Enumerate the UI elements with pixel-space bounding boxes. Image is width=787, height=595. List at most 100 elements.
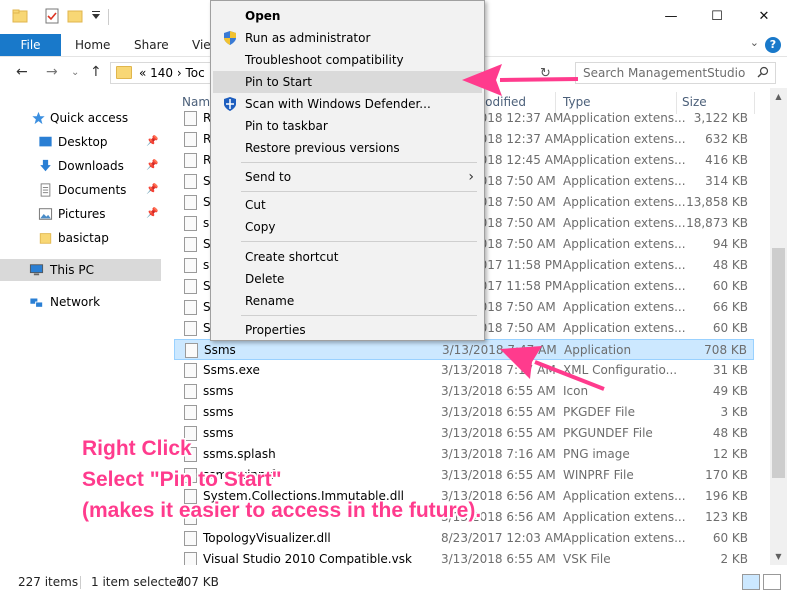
file-row[interactable]: ssms 3/13/2018 6:55 AM PKGUNDEF File 48 KB	[174, 423, 754, 444]
documents-icon	[40, 183, 51, 197]
file-type: Application extens...	[563, 531, 686, 545]
file-type: Application extens...	[563, 489, 686, 503]
menu-item-scan-defender[interactable]: Scan with Windows Defender...	[213, 93, 482, 115]
menu-item-pin-to-start[interactable]: Pin to Start	[213, 71, 482, 93]
file-icon	[184, 321, 197, 336]
file-row[interactable]: ssms.splash 3/13/2018 7:16 AM PNG image 12 …	[174, 444, 754, 465]
menu-item-pin-to-taskbar[interactable]: Pin to taskbar	[213, 115, 482, 137]
column-header-type[interactable]: Type	[563, 95, 591, 109]
menu-item-label: Scan with Windows Defender...	[245, 97, 431, 111]
menu-item-rename[interactable]: Rename	[213, 290, 482, 312]
selection-size: 707 KB	[176, 575, 219, 589]
menu-item-run-as-administrator[interactable]: Run as administrator	[213, 27, 482, 49]
search-icon	[757, 66, 769, 78]
properties-icon[interactable]	[44, 8, 60, 24]
sidebar-item-this-pc[interactable]: This PC	[0, 259, 161, 281]
file-size: 170 KB	[705, 468, 748, 482]
status-divider	[80, 576, 81, 589]
scroll-up-icon[interactable]: ▲	[770, 88, 787, 105]
sidebar-item-basictap[interactable]: basictap	[0, 227, 161, 249]
recent-locations-button[interactable]: ⌄	[71, 67, 79, 78]
file-row[interactable]: Visual Studio 2010 Compatible.vsk 3/13/20…	[174, 549, 754, 565]
file-icon	[184, 132, 197, 147]
column-header-size[interactable]: Size	[682, 95, 707, 109]
tab-file[interactable]: File	[0, 34, 61, 56]
file-icon	[184, 195, 197, 210]
computer-icon	[29, 264, 44, 276]
file-size: 12 KB	[712, 447, 748, 461]
file-name: TopologyVisualizer.dll	[203, 531, 331, 545]
sidebar-item-network[interactable]: Network	[0, 291, 161, 313]
file-icon	[184, 552, 197, 565]
defender-icon	[224, 97, 236, 111]
tab-share[interactable]: Share	[134, 34, 169, 56]
close-button[interactable]: ✕	[741, 0, 787, 33]
file-type: Application extens...	[563, 153, 686, 167]
pin-icon[interactable]: 📌	[146, 179, 158, 201]
file-size: 3,122 KB	[693, 111, 748, 125]
sidebar-item-downloads[interactable]: Downloads 📌	[0, 155, 161, 177]
menu-item-create-shortcut[interactable]: Create shortcut	[213, 246, 482, 268]
menu-item-open[interactable]: Open	[213, 5, 482, 27]
file-type: Application extens...	[563, 237, 686, 251]
selection-count: 1 item selected	[91, 575, 185, 589]
menu-item-delete[interactable]: Delete	[213, 268, 482, 290]
expand-ribbon-icon[interactable]: ⌄	[750, 36, 759, 49]
file-row[interactable]: ssms 3/13/2018 6:55 AM PKGDEF File 3 KB	[174, 402, 754, 423]
minimize-button[interactable]: —	[648, 0, 694, 33]
sidebar-item-label: Pictures	[58, 207, 106, 221]
menu-item-label: Delete	[245, 272, 285, 286]
file-type: Application extens...	[563, 174, 686, 188]
maximize-button[interactable]: ☐	[694, 0, 740, 33]
sidebar-item-documents[interactable]: Documents 📌	[0, 179, 161, 201]
address-breadcrumb: « 140 › Toc	[139, 66, 205, 80]
sidebar-item-pictures[interactable]: Pictures 📌	[0, 203, 161, 225]
menu-item-copy[interactable]: Copy	[213, 216, 482, 238]
sidebar-item-quick-access[interactable]: Quick access	[0, 107, 161, 129]
up-button[interactable]: ↑	[90, 64, 102, 80]
search-input[interactable]: Search ManagementStudio	[575, 62, 776, 84]
vertical-scrollbar[interactable]: ▲ ▼	[770, 88, 787, 565]
file-type: Application extens...	[563, 321, 686, 335]
pin-icon[interactable]: 📌	[146, 131, 158, 153]
desktop-icon	[39, 136, 52, 147]
sidebar-item-desktop[interactable]: Desktop 📌	[0, 131, 161, 153]
sidebar-item-label: Quick access	[50, 111, 129, 125]
scrollbar-thumb[interactable]	[772, 248, 785, 478]
file-type: VSK File	[563, 552, 611, 565]
file-date: 8/23/2017 12:03 AM	[441, 531, 564, 545]
file-row[interactable]: ssms 3/13/2018 6:55 AM Icon 49 KB	[174, 381, 754, 402]
details-view-icon[interactable]	[742, 574, 760, 590]
menu-item-label: Send to	[245, 170, 292, 184]
menu-item-send-to[interactable]: Send to ›	[213, 166, 482, 188]
customize-qat-icon[interactable]	[88, 8, 104, 24]
file-date: 3/13/2018 6:55 AM	[441, 426, 556, 440]
address-bar[interactable]: « 140 › Toc	[110, 62, 220, 84]
column-divider[interactable]	[754, 92, 755, 114]
forward-button[interactable]: →	[46, 64, 58, 80]
menu-item-label: Run as administrator	[245, 31, 371, 45]
pin-icon[interactable]: 📌	[146, 203, 158, 225]
menu-item-troubleshoot[interactable]: Troubleshoot compatibility	[213, 49, 482, 71]
new-folder-icon[interactable]	[67, 8, 83, 24]
menu-item-cut[interactable]: Cut	[213, 194, 482, 216]
annotation-line-1: Right Click	[82, 437, 192, 460]
help-icon[interactable]: ?	[765, 37, 781, 53]
menu-item-label: Properties	[245, 323, 306, 337]
folder-icon	[39, 233, 52, 244]
file-row[interactable]: Ssms.exe 3/13/2018 7:17 AM XML Configurati…	[174, 360, 754, 381]
annotation-line-3: (makes it easier to access in the future…	[82, 499, 482, 522]
tab-home[interactable]: Home	[75, 34, 110, 56]
file-size: 2 KB	[720, 552, 748, 565]
file-row[interactable]: TopologyVisualizer.dll 8/23/2017 12:03 AM…	[174, 528, 754, 549]
large-icons-view-icon[interactable]	[763, 574, 781, 590]
pin-icon[interactable]: 📌	[146, 155, 158, 177]
file-type: PNG image	[563, 447, 630, 461]
menu-item-properties[interactable]: Properties	[213, 319, 482, 341]
refresh-button[interactable]: ↻	[540, 66, 551, 81]
scroll-down-icon[interactable]: ▼	[770, 548, 787, 565]
menu-item-restore-versions[interactable]: Restore previous versions	[213, 137, 482, 159]
file-icon	[184, 216, 197, 231]
back-button[interactable]: ←	[16, 64, 28, 80]
file-row[interactable]: Ssms 3/13/2018 7:47 AM Application 708 KB	[174, 339, 754, 360]
